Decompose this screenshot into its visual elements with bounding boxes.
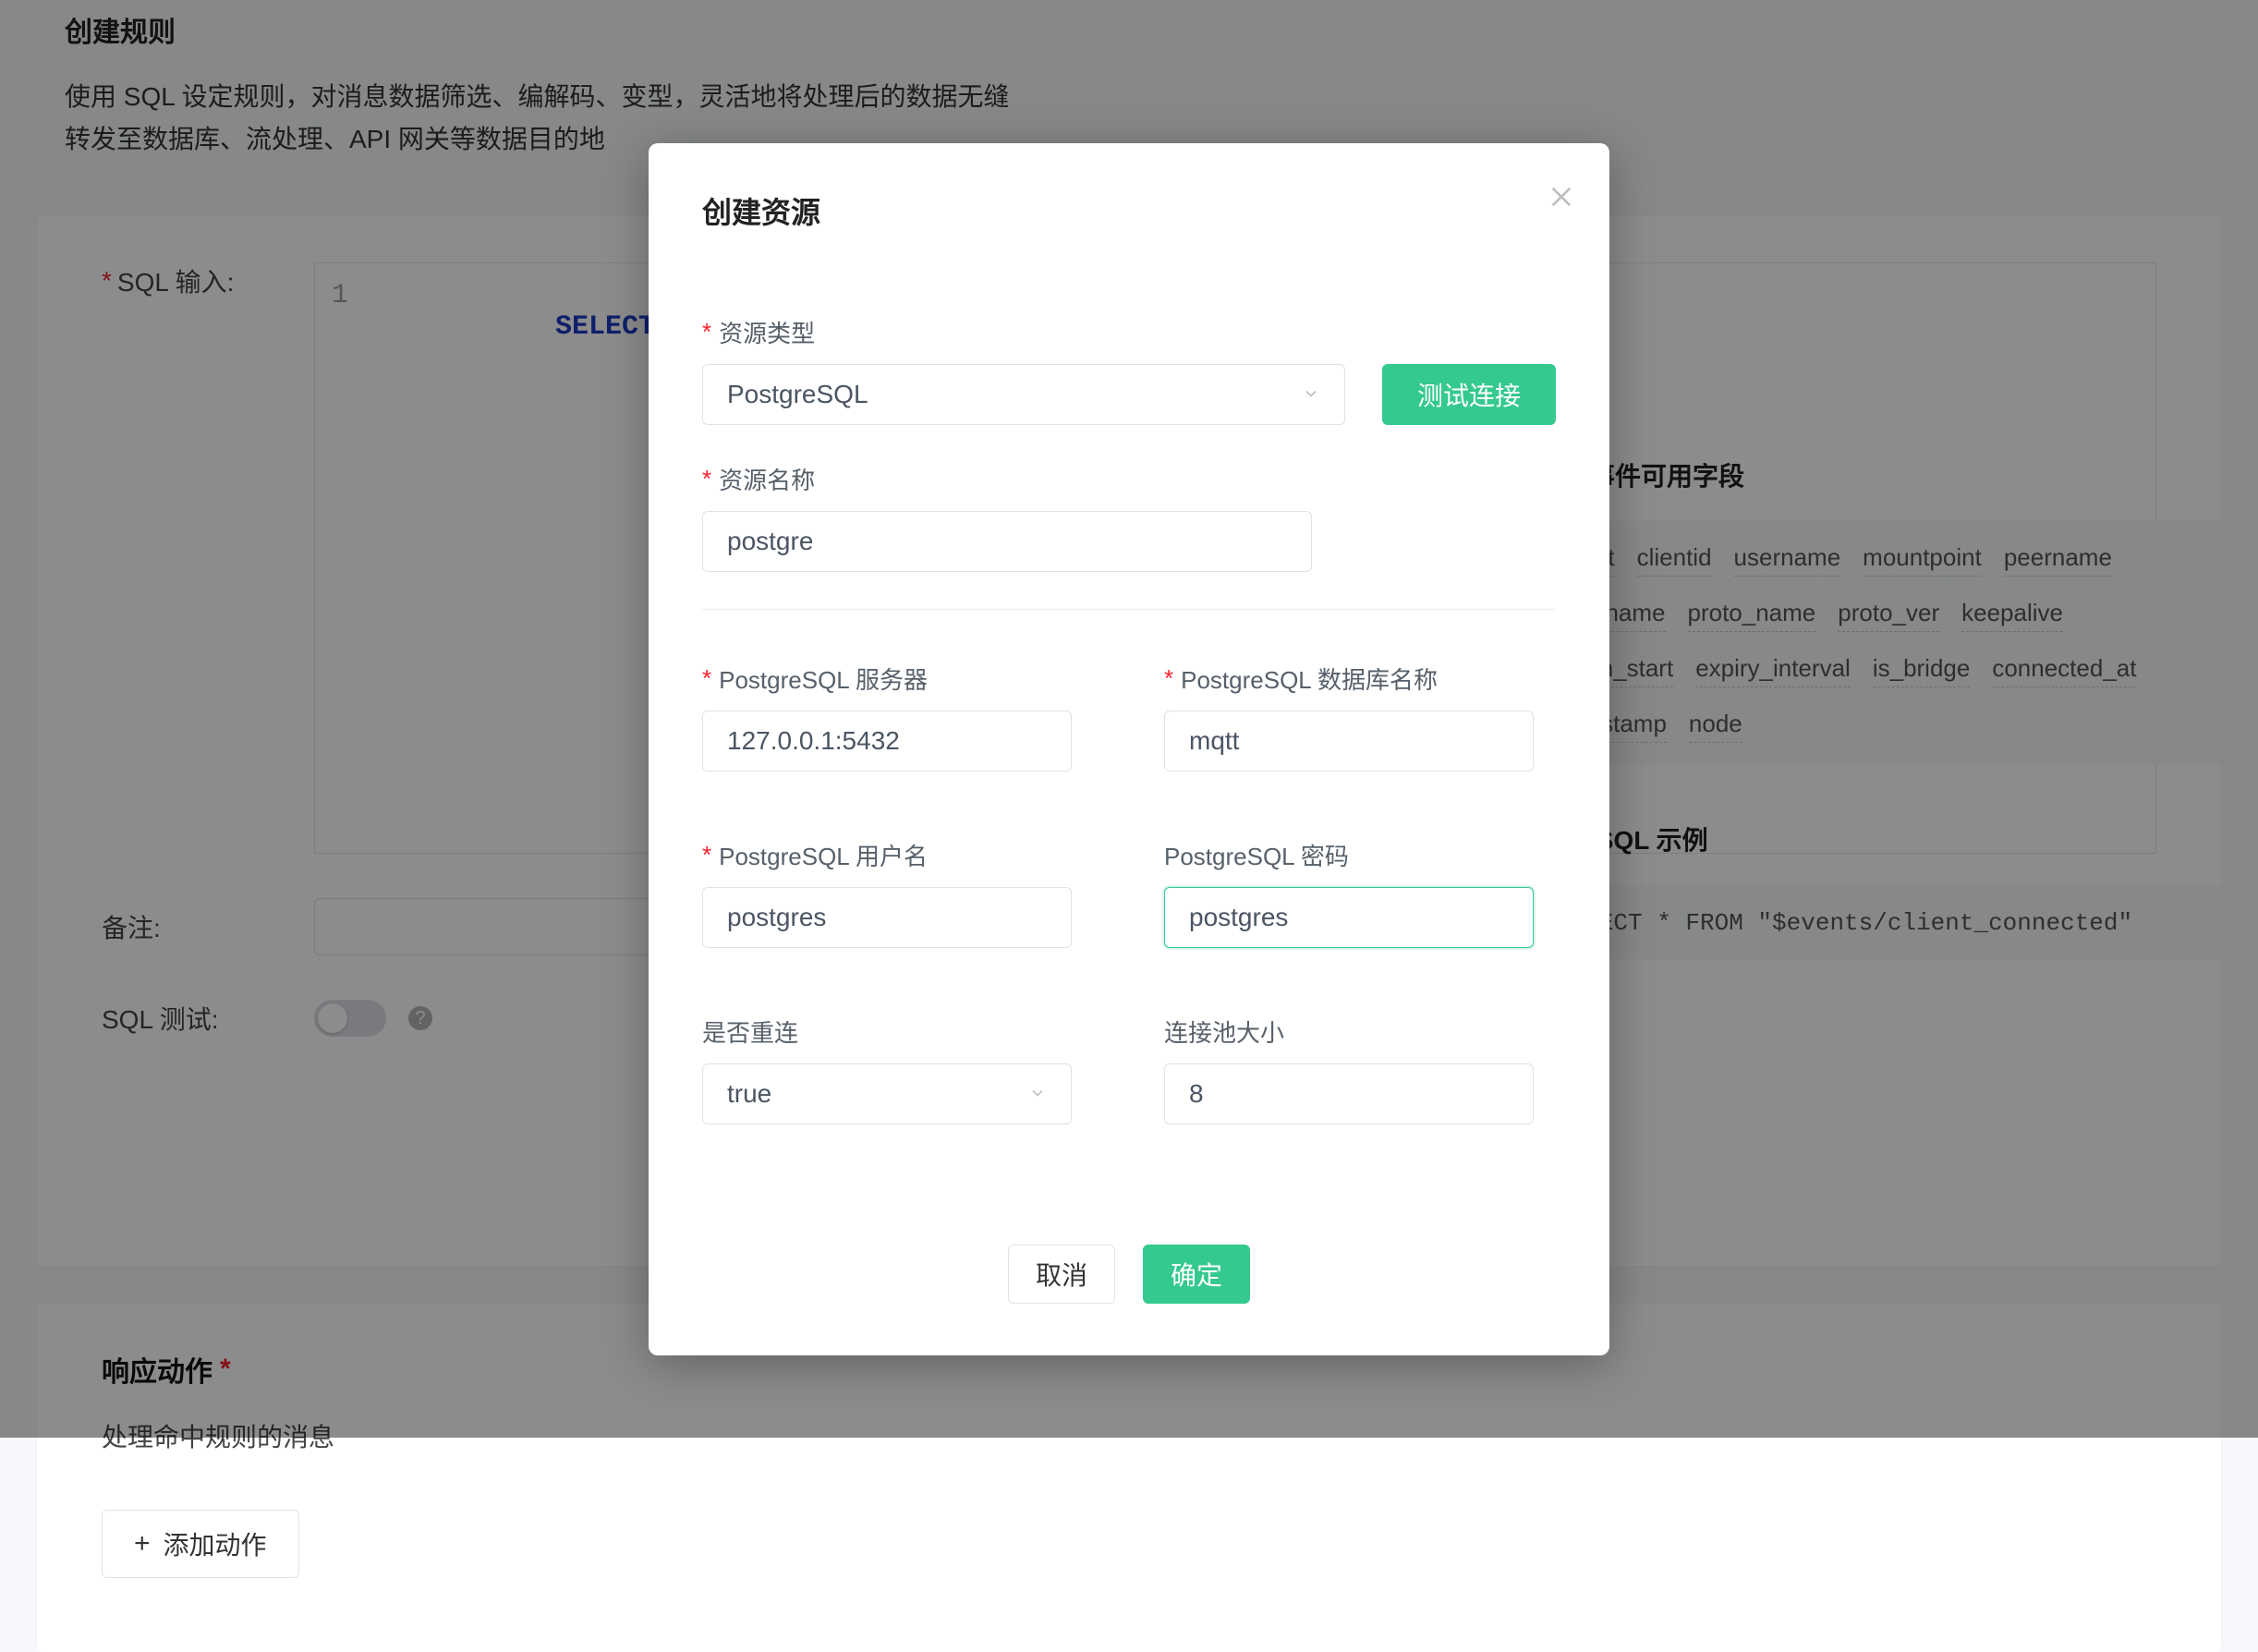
chevron-down-icon [1028,1079,1047,1109]
add-action-button[interactable]: + 添加动作 [102,1510,299,1578]
reconnect-label: 是否重连 [702,1014,1072,1049]
dbname-input[interactable]: mqtt [1164,711,1534,771]
dbname-label: *PostgreSQL 数据库名称 [1164,662,1534,696]
username-label: *PostgreSQL 用户名 [702,838,1072,872]
pool-size-label: 连接池大小 [1164,1014,1534,1049]
server-label: *PostgreSQL 服务器 [702,662,1072,696]
resource-name-input[interactable]: postgre [702,511,1312,572]
confirm-button[interactable]: 确定 [1143,1245,1250,1304]
chevron-down-icon [1302,380,1320,409]
modal-title: 创建资源 [702,189,1556,232]
resource-name-label: *资源名称 [702,462,1556,496]
cancel-button[interactable]: 取消 [1008,1245,1115,1304]
reconnect-select[interactable]: true [702,1063,1072,1124]
test-connection-button[interactable]: 测试连接 [1382,364,1556,425]
resource-type-label: *资源类型 [702,315,1556,349]
server-input[interactable]: 127.0.0.1:5432 [702,711,1072,771]
password-label: PostgreSQL 密码 [1164,838,1534,872]
pool-size-input[interactable]: 8 [1164,1063,1534,1124]
resource-type-select[interactable]: PostgreSQL [702,364,1345,425]
close-icon[interactable] [1547,182,1576,212]
divider [702,609,1556,610]
username-input[interactable]: postgres [702,887,1072,948]
plus-icon: + [134,1530,151,1558]
create-resource-modal: 创建资源 *资源类型 PostgreSQL 测试连接 *资源名称 postg [649,143,1609,1355]
password-input[interactable]: postgres [1164,887,1534,948]
